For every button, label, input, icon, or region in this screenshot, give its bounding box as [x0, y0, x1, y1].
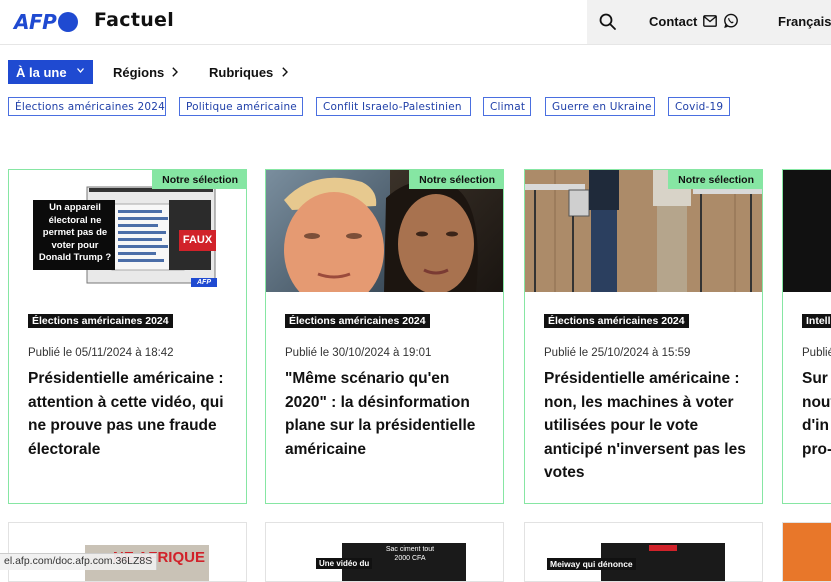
chevron-down-icon — [77, 68, 84, 73]
nav-item-regions[interactable]: Régions — [113, 65, 164, 80]
article-title[interactable]: Sur nouv d'in pro- — [802, 367, 831, 461]
article-image: Un appareil électoral ne permet pas de v… — [9, 170, 246, 292]
publish-date: Publié le 05/11/2024 à 18:42 — [28, 347, 174, 359]
tag-covid-19[interactable]: Covid-19 — [668, 97, 730, 116]
publish-date: Publié — [802, 347, 831, 359]
article-card[interactable]: Intell Publié Sur nouv d'in pro- — [782, 169, 831, 504]
tag-guerre-en-ukraine[interactable]: Guerre en Ukraine — [545, 97, 655, 116]
tag-politique-americaine[interactable]: Politique américaine — [179, 97, 303, 116]
publish-date: Publié le 25/10/2024 à 15:59 — [544, 347, 691, 359]
article-image: Notre sélection — [525, 170, 762, 292]
image-overlay-text: Meiway qui dénonce — [547, 558, 636, 570]
site-title[interactable]: Factuel — [94, 9, 174, 31]
language-selector[interactable]: Français — [778, 14, 831, 29]
article-card[interactable]: Notre sélection Élections américaines 20… — [524, 169, 763, 504]
article-card[interactable]: Un appareil électoral ne permet pas de v… — [8, 169, 247, 504]
tag-elections-americaines-2024[interactable]: Élections américaines 2024 — [8, 97, 166, 116]
article-image — [783, 170, 831, 292]
image-overlay-text: Une vidéo du — [316, 558, 373, 569]
article-card[interactable]: Meiway qui dénonce — [524, 522, 763, 582]
nav-item-a-la-une[interactable]: À la une — [8, 60, 93, 84]
category-label[interactable]: Élections américaines 2024 — [285, 314, 430, 328]
faux-stamp: FAUX — [182, 234, 213, 246]
image-overlay-text: Un appareil électoral ne permet pas de v… — [38, 202, 112, 263]
category-label[interactable]: Élections américaines 2024 — [28, 314, 173, 328]
article-image: Notre sélection — [266, 170, 503, 292]
article-card[interactable]: NE AFRIQUE — [8, 522, 247, 582]
search-icon[interactable] — [598, 12, 618, 32]
whatsapp-icon[interactable] — [723, 13, 739, 29]
logo-dot-icon — [58, 12, 79, 32]
mail-icon[interactable] — [703, 15, 717, 27]
chevron-right-icon — [282, 67, 288, 77]
article-card[interactable]: Notre sélection Élections américaines 20… — [265, 169, 504, 504]
logo-text: AFP — [14, 10, 57, 34]
nav-item-label: À la une — [16, 65, 67, 80]
article-title[interactable]: Présidentielle américaine : non, les mac… — [544, 367, 748, 485]
tag-conflit-israelo-palestinien[interactable]: Conflit Israelo-Palestinien — [316, 97, 471, 116]
article-title[interactable]: "Même scénario qu'en 2020" : la désinfor… — [285, 367, 489, 461]
afp-logo[interactable]: AFP — [14, 9, 79, 35]
article-card[interactable] — [782, 522, 831, 582]
article-card[interactable]: Sac ciment tout 2000 CFA Une vidéo du — [265, 522, 504, 582]
article-title[interactable]: Présidentielle américaine : attention à … — [28, 367, 232, 461]
top-header: AFP Factuel Contact Français — [0, 0, 831, 45]
selection-badge: Notre sélection — [409, 170, 503, 189]
image-overlay-text: Sac ciment tout 2000 CFA — [385, 546, 435, 562]
category-label[interactable]: Élections américaines 2024 — [544, 314, 689, 328]
publish-date: Publié le 30/10/2024 à 19:01 — [285, 347, 432, 359]
category-label[interactable]: Intell — [802, 314, 831, 328]
selection-badge: Notre sélection — [668, 170, 762, 189]
tag-climat[interactable]: Climat — [483, 97, 531, 116]
image-logo — [649, 545, 677, 551]
afp-watermark: AFP — [197, 279, 211, 286]
contact-link[interactable]: Contact — [649, 14, 697, 29]
chevron-right-icon — [172, 67, 178, 77]
nav-item-rubriques[interactable]: Rubriques — [209, 65, 273, 80]
selection-badge: Notre sélection — [152, 170, 246, 189]
browser-status-bar: el.afp.com/doc.afp.com.36LZ8S — [0, 553, 158, 570]
